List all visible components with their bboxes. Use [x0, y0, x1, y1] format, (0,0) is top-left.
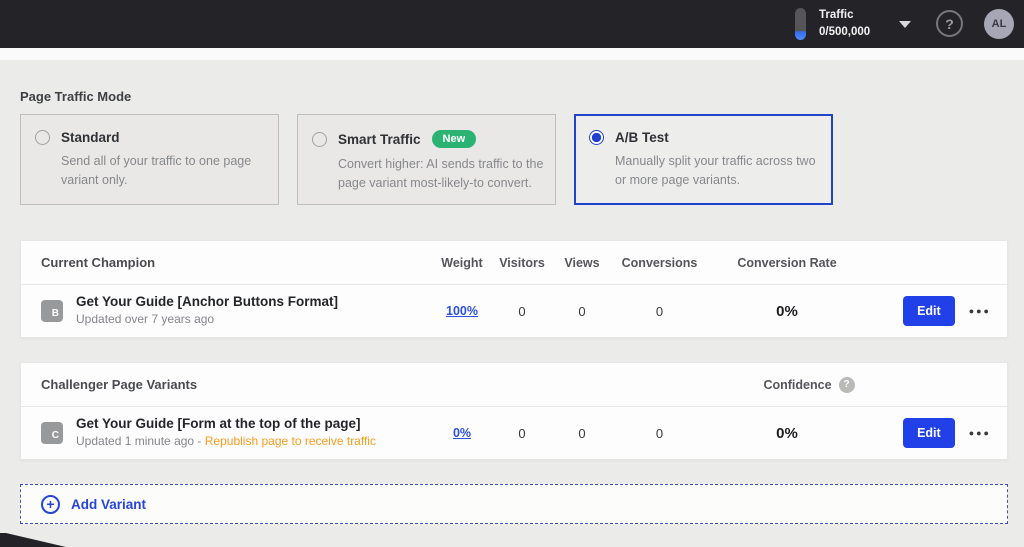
- column-header-views: Views: [552, 256, 612, 270]
- more-options-icon[interactable]: ●●●: [969, 306, 991, 316]
- current-champion-table: Current Champion Weight Visitors Views C…: [20, 240, 1008, 338]
- variant-badge: B: [41, 300, 63, 322]
- help-icon[interactable]: ?: [936, 10, 963, 37]
- table-row: C Get Your Guide [Form at the top of the…: [21, 407, 1007, 459]
- add-variant-label: Add Variant: [71, 497, 146, 512]
- confidence-help-icon[interactable]: ?: [839, 377, 855, 393]
- traffic-usage: Traffic 0/500,000: [819, 7, 870, 41]
- views-value: 0: [552, 304, 612, 319]
- challenger-variants-table: Challenger Page Variants Confidence ? C …: [20, 362, 1008, 460]
- add-variant-button[interactable]: + Add Variant: [20, 484, 1008, 524]
- visitors-value: 0: [492, 426, 552, 441]
- mode-title: A/B Test: [615, 130, 669, 145]
- weight-link[interactable]: 100%: [446, 304, 478, 318]
- variant-name: Get Your Guide [Form at the top of the p…: [76, 415, 376, 433]
- challenger-table-title: Challenger Page Variants: [41, 377, 197, 392]
- background-corner-artifact: [0, 533, 66, 547]
- chevron-down-icon[interactable]: [899, 21, 911, 28]
- mode-card-ab-test[interactable]: A/B Test Manually split your traffic acr…: [574, 114, 833, 205]
- variant-badge: C: [41, 422, 63, 444]
- column-header-visitors: Visitors: [492, 256, 552, 270]
- challenger-table-header: Challenger Page Variants Confidence ?: [21, 363, 1007, 407]
- conversions-value: 0: [612, 304, 707, 319]
- mode-card-standard[interactable]: Standard Send all of your traffic to one…: [20, 114, 279, 205]
- conversion-rate-value: 0%: [707, 425, 867, 442]
- champion-table-header: Current Champion Weight Visitors Views C…: [21, 241, 1007, 285]
- page-traffic-settings: Traffic 0/500,000 ? AL Page Traffic Mode…: [0, 0, 1024, 547]
- weight-link[interactable]: 0%: [453, 426, 471, 440]
- mode-card-smart-traffic[interactable]: Smart Traffic New Convert higher: AI sen…: [297, 114, 556, 205]
- page-traffic-mode-label: Page Traffic Mode: [20, 89, 131, 104]
- avatar[interactable]: AL: [984, 9, 1014, 39]
- traffic-gauge-icon: [795, 8, 806, 40]
- mode-description: Convert higher: AI sends traffic to the …: [338, 155, 553, 193]
- plus-circle-icon: +: [41, 495, 60, 514]
- radio-ab-test[interactable]: [589, 130, 604, 145]
- republish-warning-link[interactable]: Republish page to receive traffic: [205, 434, 376, 448]
- conversion-rate-value: 0%: [707, 303, 867, 320]
- variant-updated: Updated over 7 years ago: [76, 311, 338, 328]
- radio-smart-traffic[interactable]: [312, 132, 327, 147]
- variant-updated: Updated 1 minute ago - Republish page to…: [76, 433, 376, 450]
- column-header-weight: Weight: [432, 256, 492, 270]
- updated-text: Updated 1 minute ago -: [76, 434, 201, 448]
- champion-table-title: Current Champion: [41, 255, 155, 270]
- header-divider: [0, 48, 1024, 60]
- mode-title: Smart Traffic: [338, 132, 421, 147]
- visitors-value: 0: [492, 304, 552, 319]
- more-options-icon[interactable]: ●●●: [969, 428, 991, 438]
- traffic-label: Traffic: [819, 7, 870, 24]
- mode-title: Standard: [61, 130, 120, 145]
- mode-description: Manually split your traffic across two o…: [615, 152, 830, 190]
- column-header-conversion-rate: Conversion Rate: [707, 256, 867, 270]
- traffic-mode-options: Standard Send all of your traffic to one…: [20, 114, 833, 205]
- column-header-conversions: Conversions: [612, 256, 707, 270]
- table-row: B Get Your Guide [Anchor Buttons Format]…: [21, 285, 1007, 337]
- edit-button[interactable]: Edit: [903, 418, 955, 448]
- new-badge: New: [432, 130, 477, 148]
- mode-description: Send all of your traffic to one page var…: [61, 152, 276, 190]
- edit-button[interactable]: Edit: [903, 296, 955, 326]
- conversions-value: 0: [612, 426, 707, 441]
- views-value: 0: [552, 426, 612, 441]
- column-header-confidence: Confidence: [763, 378, 831, 392]
- top-navigation-bar: Traffic 0/500,000 ? AL: [0, 0, 1024, 48]
- variant-name: Get Your Guide [Anchor Buttons Format]: [76, 293, 338, 311]
- radio-standard[interactable]: [35, 130, 50, 145]
- traffic-count: 0/500,000: [819, 24, 870, 41]
